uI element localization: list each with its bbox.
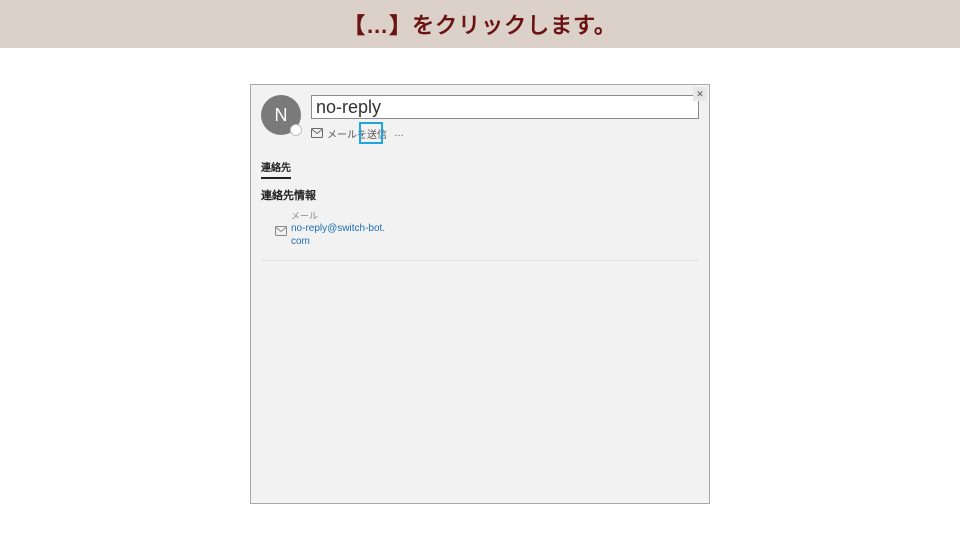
send-mail-button[interactable]: メールを送信: [327, 126, 387, 141]
mail-icon: [311, 128, 323, 138]
mail-field-label: メール: [275, 209, 685, 222]
action-row: メールを送信 …: [311, 125, 699, 141]
stage-area: ✕ N no-reply メールを送信 …: [0, 48, 960, 540]
instruction-text: 【…】をクリックします。: [343, 8, 617, 40]
close-button[interactable]: ✕: [693, 87, 707, 101]
tab-contact[interactable]: 連絡先: [261, 155, 291, 179]
presence-indicator: [290, 124, 302, 136]
mail-field-row: no-reply@switch-bot.com: [275, 222, 685, 248]
mail-icon: [275, 223, 287, 241]
avatar-initial: N: [275, 105, 288, 126]
contact-main: no-reply メールを送信 …: [311, 95, 699, 141]
mail-field-value[interactable]: no-reply@switch-bot.com: [291, 222, 386, 248]
avatar: N: [261, 95, 301, 135]
contact-window: ✕ N no-reply メールを送信 …: [250, 84, 710, 504]
contact-name-input[interactable]: no-reply: [311, 95, 699, 119]
contact-info-block: メール no-reply@switch-bot.com: [261, 205, 699, 261]
more-button[interactable]: …: [391, 125, 407, 141]
tab-row: 連絡先: [251, 155, 709, 179]
section-title: 連絡先情報: [251, 179, 709, 205]
contact-header: N no-reply メールを送信 …: [251, 85, 709, 145]
instruction-banner: 【…】をクリックします。: [0, 0, 960, 48]
